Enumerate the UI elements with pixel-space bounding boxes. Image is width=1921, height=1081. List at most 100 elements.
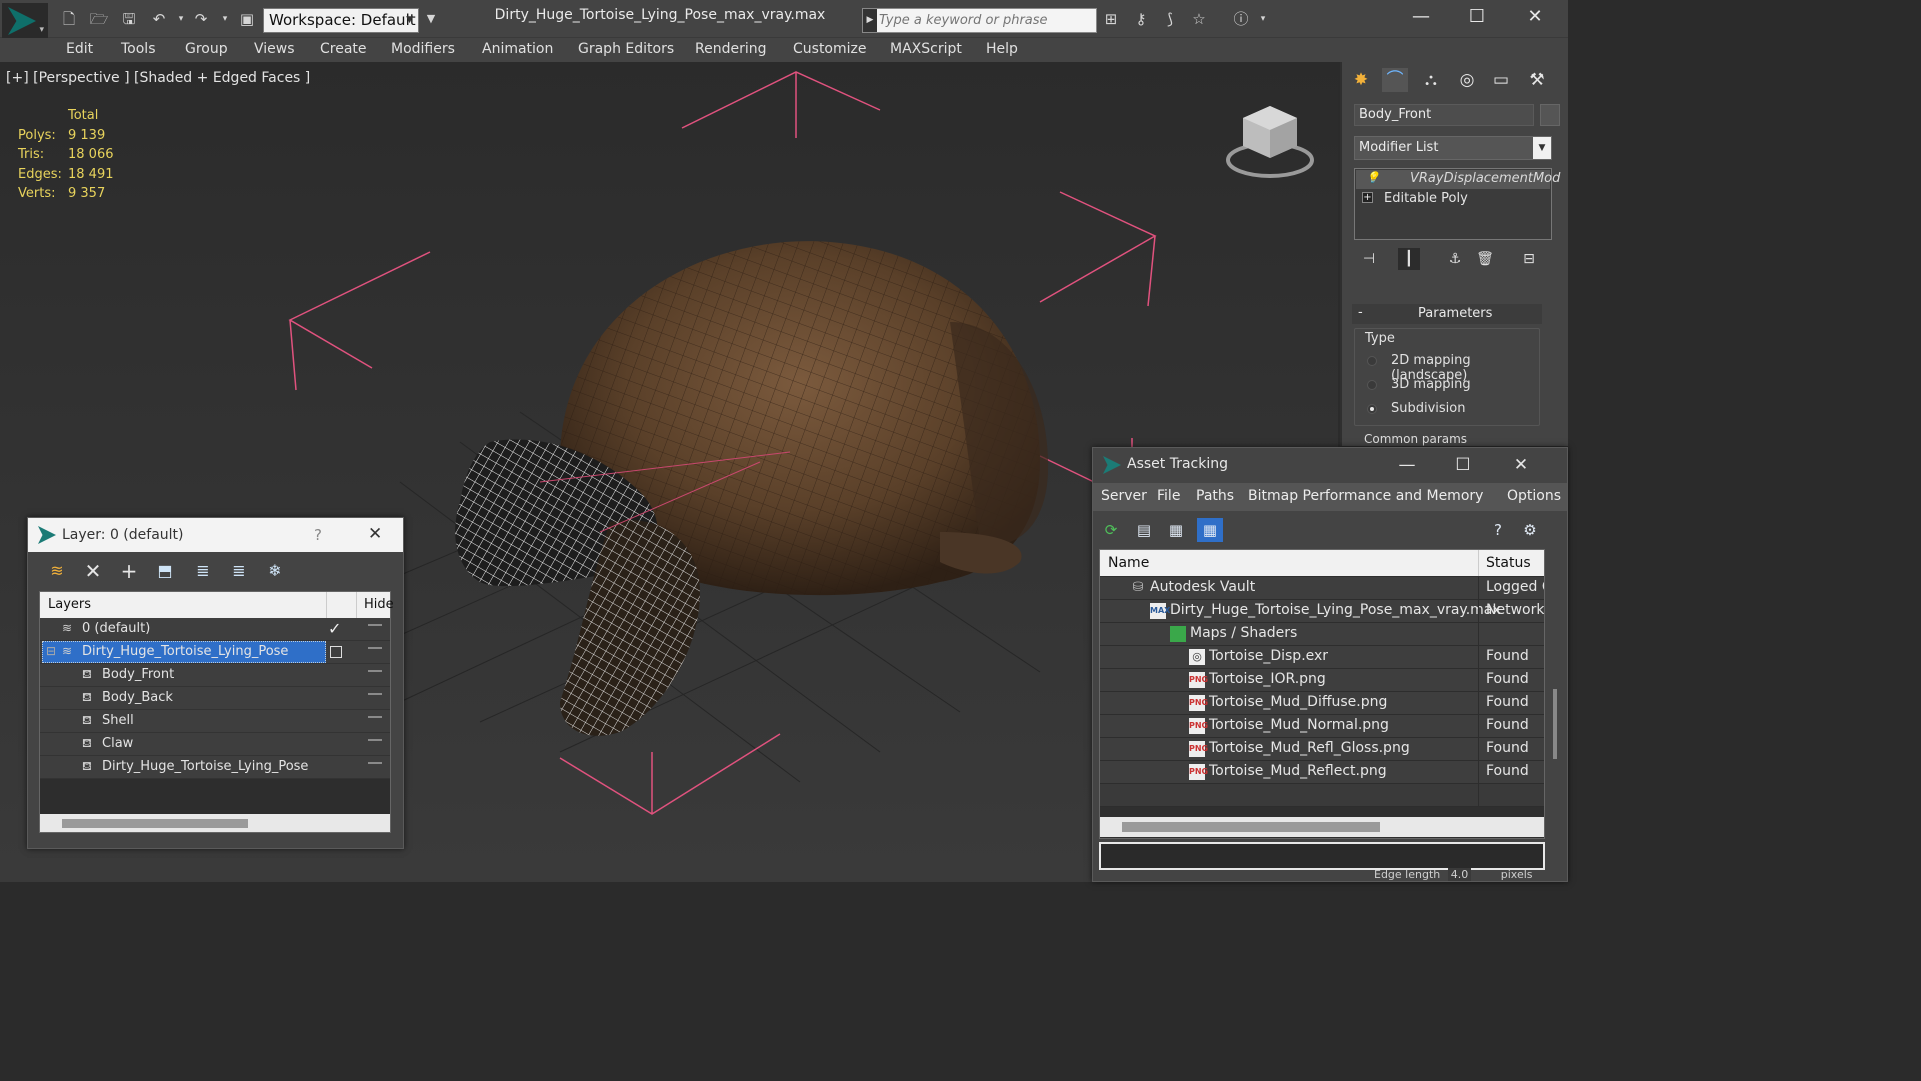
lightbulb-icon[interactable]: 💡 [1366, 171, 1380, 184]
modify-tab-icon[interactable]: ⌒ [1382, 68, 1408, 92]
asset-row[interactable]: PNG Tortoise_Mud_Reflect.png Found [1100, 761, 1544, 784]
hide-toggle[interactable] [368, 693, 382, 695]
menu-animation[interactable]: Animation [482, 41, 553, 57]
motion-tab-icon[interactable]: ◎ [1454, 68, 1480, 92]
collapse-minus-icon[interactable]: ⊟ [46, 644, 56, 658]
close-icon[interactable]: ✕ [1501, 452, 1541, 478]
horizontal-scrollbar[interactable] [1100, 817, 1544, 837]
help-dropdown-icon[interactable]: ▾ [1252, 8, 1274, 30]
new-file-icon[interactable]: 🗋 [58, 8, 80, 30]
expand-plus-icon[interactable]: + [1362, 192, 1373, 203]
add-to-layer-icon[interactable]: + [118, 560, 140, 582]
help-icon[interactable]: ⓘ [1230, 8, 1252, 30]
menu-group[interactable]: Group [185, 41, 228, 57]
menu-edit[interactable]: Edit [66, 41, 93, 57]
menu-tools[interactable]: Tools [121, 41, 156, 57]
layer-row[interactable]: ⛾ Body_Front [40, 664, 390, 687]
show-end-result-icon[interactable]: ┃ [1398, 248, 1420, 270]
asset-path-field[interactable] [1099, 842, 1545, 870]
workspace-menu-icon[interactable]: ▼ [420, 8, 442, 30]
scrollbar-thumb[interactable] [1553, 689, 1557, 759]
close-icon[interactable]: ✕ [1514, 4, 1556, 30]
layer-dialog-titlebar[interactable]: Layer: 0 (default) ? ✕ [28, 518, 403, 552]
hide-toggle[interactable] [368, 647, 382, 649]
pin-stack-icon[interactable]: ⊣ [1358, 248, 1380, 270]
scrollbar-thumb[interactable] [1122, 822, 1380, 832]
help-icon[interactable]: ? [1485, 518, 1511, 542]
help-icon[interactable]: ? [314, 526, 322, 544]
menu-views[interactable]: Views [254, 41, 295, 57]
asset-row[interactable]: Maps / Shaders [1100, 623, 1544, 646]
utilities-tab-icon[interactable]: ⚒ [1524, 68, 1550, 92]
hide-all-icon[interactable]: ≣ [228, 560, 250, 582]
parameters-rollout-header[interactable]: - Parameters [1352, 304, 1542, 324]
col-hide[interactable]: Hide [364, 597, 394, 612]
menu-options[interactable]: Options [1507, 488, 1561, 504]
layer-row[interactable]: ⛾ Body_Back [40, 687, 390, 710]
menu-paths[interactable]: Paths [1196, 488, 1234, 504]
remove-modifier-icon[interactable]: 🗑 [1474, 248, 1496, 270]
make-unique-icon[interactable]: ⚓ [1444, 248, 1466, 270]
menu-modifiers[interactable]: Modifiers [391, 41, 455, 57]
key-icon[interactable]: ⚷ [1130, 8, 1152, 30]
maximize-icon[interactable]: ☐ [1443, 452, 1483, 478]
project-folder-icon[interactable]: ▣ [236, 8, 258, 30]
asset-row[interactable]: ⛁ Autodesk Vault Logged C [1100, 577, 1544, 600]
open-file-icon[interactable]: 🗁 [88, 8, 110, 30]
hide-toggle[interactable] [368, 670, 382, 672]
configure-sets-icon[interactable]: ⊟ [1518, 248, 1540, 270]
hierarchy-tab-icon[interactable]: ⛬ [1418, 68, 1444, 92]
asset-row[interactable]: MAX Dirty_Huge_Tortoise_Lying_Pose_max_v… [1100, 600, 1544, 623]
asset-row[interactable]: PNG Tortoise_Mud_Diffuse.png Found [1100, 692, 1544, 715]
layer-row[interactable]: ≋ 0 (default) ✓ [40, 618, 390, 641]
search-box[interactable]: ▶ [862, 8, 1097, 33]
menu-maxscript[interactable]: MAXScript [890, 41, 962, 57]
refresh-icon[interactable]: ⟳ [1098, 518, 1124, 542]
stack-item-vray-displacement[interactable]: 💡 VRayDisplacementMod [1356, 170, 1560, 189]
asset-row[interactable]: PNG Tortoise_Mud_Normal.png Found [1100, 715, 1544, 738]
layer-row[interactable]: ⛾ Dirty_Huge_Tortoise_Lying_Pose [40, 756, 390, 779]
menu-rendering[interactable]: Rendering [695, 41, 767, 57]
menu-graph-editors[interactable]: Graph Editors [578, 41, 674, 57]
stack-item-editable-poly[interactable]: + Editable Poly [1356, 190, 1550, 209]
play-icon[interactable]: ▶ [863, 9, 877, 32]
hide-toggle[interactable] [368, 739, 382, 741]
app-menu-button[interactable]: ▾ [2, 3, 48, 43]
minimize-icon[interactable]: — [1387, 452, 1427, 478]
workspace-select[interactable]: Workspace: Default ▼ [263, 8, 419, 33]
undo-dropdown-icon[interactable]: ▾ [170, 8, 192, 30]
hide-toggle[interactable] [368, 716, 382, 718]
modifier-list-select[interactable]: Modifier List ▼ [1354, 136, 1552, 160]
search-input[interactable] [879, 10, 1093, 31]
undo-icon[interactable]: ↶ [148, 8, 170, 30]
list-view-icon[interactable]: ▤ [1131, 518, 1157, 542]
scrollbar-thumb[interactable] [62, 819, 248, 828]
menu-create[interactable]: Create [320, 41, 367, 57]
checkmark-icon[interactable]: ✓ [328, 619, 341, 638]
display-tab-icon[interactable]: ▭ [1488, 68, 1514, 92]
communication-icon[interactable]: ⟆ [1159, 8, 1181, 30]
create-layer-icon[interactable]: ≋ [46, 560, 68, 582]
create-tab-icon[interactable]: ✸ [1348, 68, 1374, 92]
object-name-field[interactable]: Body_Front [1354, 104, 1534, 126]
settings-help-icon[interactable]: ⚙ [1517, 518, 1543, 542]
layer-row[interactable]: ⛾ Shell [40, 710, 390, 733]
highlight-layer-icon[interactable]: ≣ [192, 560, 214, 582]
asset-row[interactable]: PNG Tortoise_Mud_Refl_Gloss.png Found [1100, 738, 1544, 761]
current-layer-box[interactable] [330, 646, 342, 658]
object-color-swatch[interactable] [1540, 104, 1560, 126]
redo-icon[interactable]: ↷ [190, 8, 212, 30]
col-status[interactable]: Status [1486, 555, 1531, 571]
save-icon[interactable]: 🖫 [118, 8, 140, 30]
common-params-label[interactable]: Common params [1364, 432, 1467, 446]
horizontal-scrollbar[interactable] [40, 814, 390, 832]
maximize-icon[interactable]: ☐ [1456, 4, 1498, 30]
hide-toggle[interactable] [368, 624, 382, 626]
delete-layer-icon[interactable]: ✕ [82, 560, 104, 582]
table-view-icon[interactable]: ▦ [1197, 518, 1223, 542]
col-layers[interactable]: Layers [48, 597, 91, 612]
menu-file[interactable]: File [1157, 488, 1180, 504]
vertical-scrollbar[interactable] [1548, 549, 1562, 839]
edge-length-value[interactable]: 4.0 [1447, 868, 1472, 881]
layer-row[interactable]: ⛾ Claw [40, 733, 390, 756]
